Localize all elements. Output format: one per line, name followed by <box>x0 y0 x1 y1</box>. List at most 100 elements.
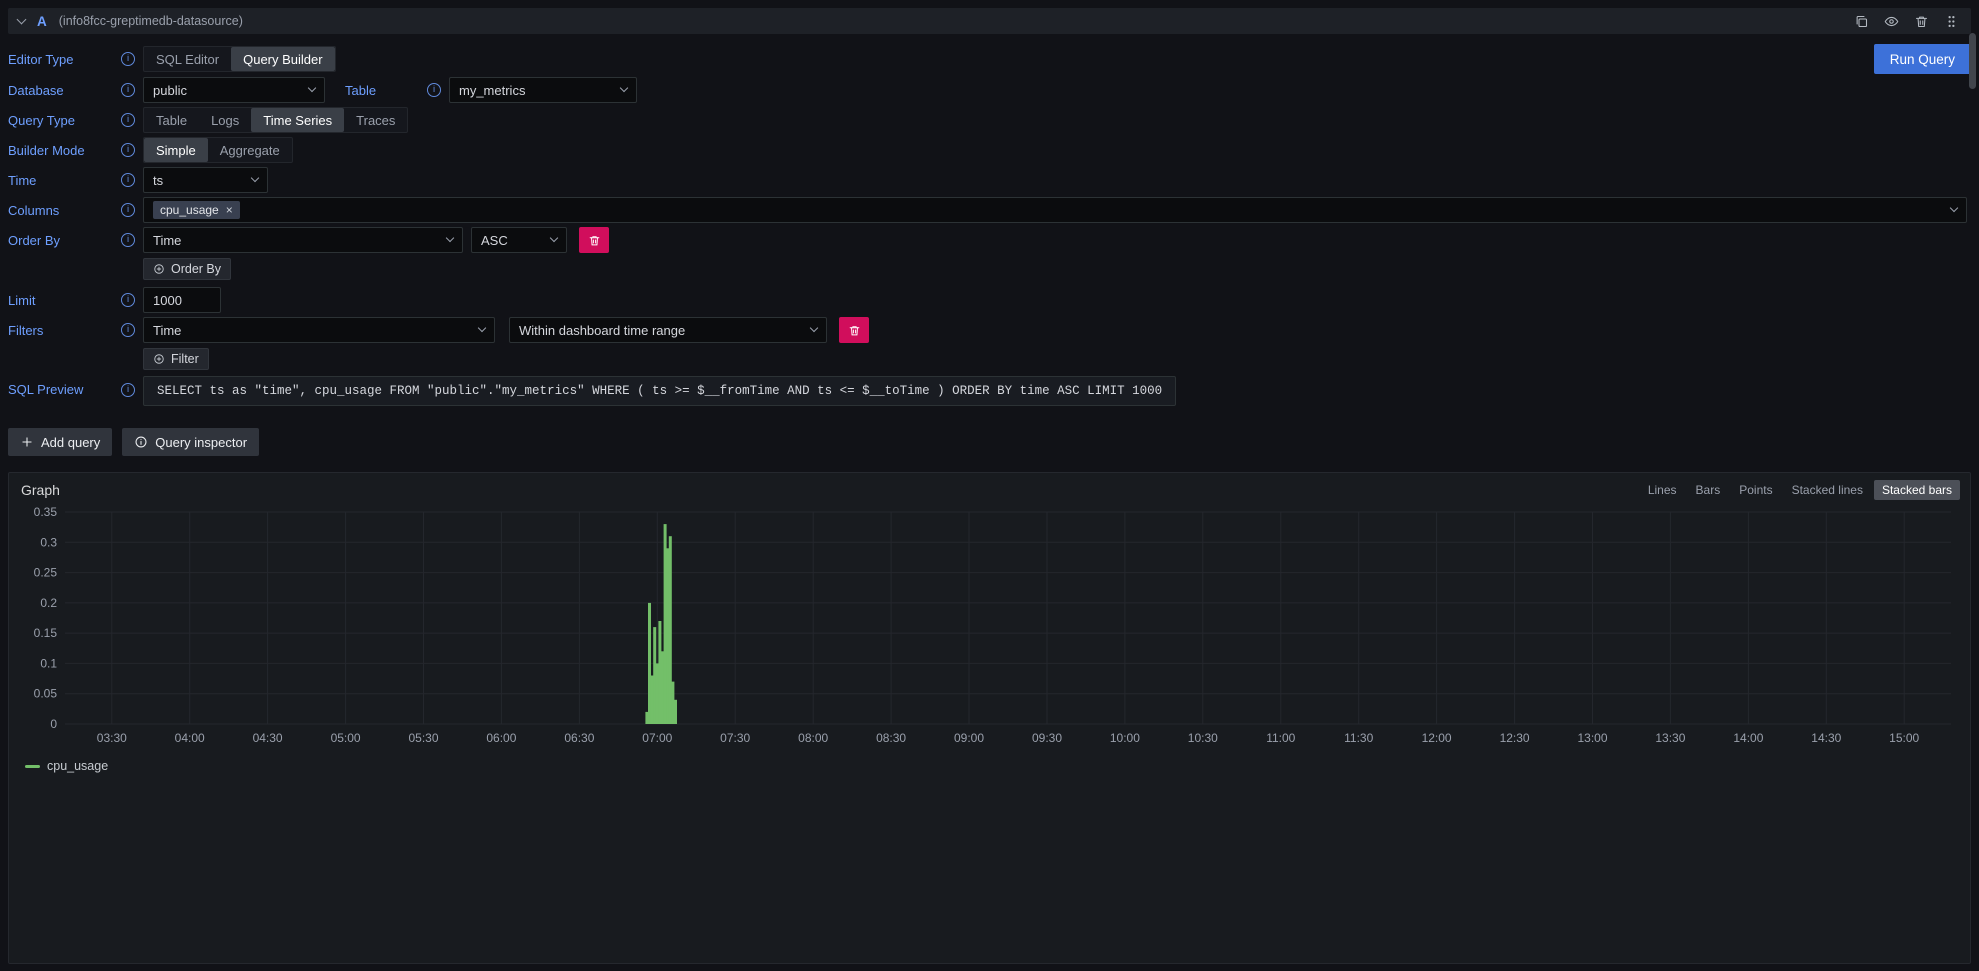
x-tick-label: 12:30 <box>1500 731 1530 745</box>
x-tick-label: 04:30 <box>253 731 283 745</box>
mode-points[interactable]: Points <box>1731 480 1780 500</box>
info-icon[interactable]: i <box>121 83 135 97</box>
bar <box>648 603 651 724</box>
order-by-direction-select[interactable]: ASC <box>471 227 567 253</box>
chevron-down-icon <box>550 234 558 242</box>
x-tick-label: 05:00 <box>331 731 361 745</box>
legend-series-label[interactable]: cpu_usage <box>47 759 108 773</box>
y-tick-label: 0.2 <box>40 596 57 610</box>
graph-panel: Graph Lines Bars Points Stacked lines St… <box>8 472 1971 964</box>
table-value: my_metrics <box>459 83 525 98</box>
filter-field-select[interactable]: Time <box>143 317 495 343</box>
bar <box>666 548 669 724</box>
table-select[interactable]: my_metrics <box>449 77 637 103</box>
info-icon[interactable]: i <box>121 143 135 157</box>
run-query-button[interactable]: Run Query <box>1874 44 1971 74</box>
query-type-table[interactable]: Table <box>144 108 199 132</box>
x-tick-label: 15:00 <box>1889 731 1919 745</box>
x-tick-label: 09:00 <box>954 731 984 745</box>
time-row: Time i ts <box>8 166 1971 194</box>
order-by-field-value: Time <box>153 233 181 248</box>
database-value: public <box>153 83 187 98</box>
drag-query-button[interactable] <box>1944 14 1959 29</box>
columns-multiselect[interactable]: cpu_usage × <box>143 197 1967 223</box>
add-filter-button[interactable]: Filter <box>143 348 209 370</box>
database-label-text: Database <box>8 83 64 98</box>
info-icon[interactable]: i <box>121 203 135 217</box>
remove-query-button[interactable] <box>1914 14 1929 29</box>
builder-mode-group: Simple Aggregate <box>143 137 293 163</box>
info-icon[interactable]: i <box>121 113 135 127</box>
query-row-header[interactable]: A (info8fcc-greptimedb-datasource) <box>8 8 1971 34</box>
query-type-logs[interactable]: Logs <box>199 108 251 132</box>
add-order-by-row: Order By <box>143 258 1971 280</box>
database-label: Database i <box>8 83 135 98</box>
bar <box>658 621 661 724</box>
query-inspector-button[interactable]: Query inspector <box>122 428 259 456</box>
database-select[interactable]: public <box>143 77 325 103</box>
bar <box>671 682 674 724</box>
bar <box>669 536 672 724</box>
info-icon[interactable]: i <box>121 173 135 187</box>
query-type-traces[interactable]: Traces <box>344 108 407 132</box>
grafana-query-editor-page: A (info8fcc-greptimedb-datasource) <box>0 0 1979 971</box>
info-icon[interactable]: i <box>121 323 135 337</box>
duplicate-query-button[interactable] <box>1854 14 1869 29</box>
time-column-select[interactable]: ts <box>143 167 268 193</box>
info-circle-icon <box>134 435 148 449</box>
info-icon[interactable]: i <box>121 52 135 66</box>
add-query-button[interactable]: Add query <box>8 428 112 456</box>
add-order-by-button[interactable]: Order By <box>143 258 231 280</box>
plus-icon <box>20 435 34 449</box>
editor-type-query-builder[interactable]: Query Builder <box>231 47 334 71</box>
mode-lines[interactable]: Lines <box>1640 480 1685 500</box>
remove-filter-button[interactable] <box>839 317 869 343</box>
query-ref-id: A <box>37 14 47 29</box>
bar <box>645 712 648 724</box>
trash-icon <box>588 234 601 247</box>
query-inspector-label: Query inspector <box>155 435 247 450</box>
editor-type-row: Editor Type i SQL Editor Query Builder R… <box>8 44 1971 74</box>
hide-response-button[interactable] <box>1884 14 1899 29</box>
x-tick-label: 12:00 <box>1422 731 1452 745</box>
limit-input[interactable] <box>143 287 221 313</box>
y-tick-label: 0.05 <box>34 687 58 701</box>
order-by-label-text: Order By <box>8 233 60 248</box>
builder-mode-simple[interactable]: Simple <box>144 138 208 162</box>
bar <box>664 524 667 724</box>
info-icon[interactable]: i <box>427 83 441 97</box>
filter-condition-select[interactable]: Within dashboard time range <box>509 317 827 343</box>
editor-type-sql-editor[interactable]: SQL Editor <box>144 47 231 71</box>
collapse-chevron-icon[interactable] <box>17 15 27 25</box>
remove-order-by-button[interactable] <box>579 227 609 253</box>
query-type-time-series[interactable]: Time Series <box>251 108 344 132</box>
query-section: A (info8fcc-greptimedb-datasource) <box>0 0 1979 456</box>
info-icon[interactable]: i <box>121 233 135 247</box>
mode-bars[interactable]: Bars <box>1688 480 1729 500</box>
y-tick-label: 0 <box>50 717 57 731</box>
x-tick-label: 05:30 <box>408 731 438 745</box>
sql-preview-code: SELECT ts as "time", cpu_usage FROM "pub… <box>143 376 1176 406</box>
time-label: Time i <box>8 173 135 188</box>
mode-stacked-bars[interactable]: Stacked bars <box>1874 480 1960 500</box>
builder-mode-aggregate[interactable]: Aggregate <box>208 138 292 162</box>
y-tick-label: 0.15 <box>34 626 58 640</box>
table-label-text: Table <box>345 83 376 98</box>
query-row-actions <box>1854 14 1959 29</box>
order-by-field-select[interactable]: Time <box>143 227 463 253</box>
bar <box>656 663 659 724</box>
x-tick-label: 14:30 <box>1811 731 1841 745</box>
info-icon[interactable]: i <box>121 293 135 307</box>
editor-type-label-text: Editor Type <box>8 52 74 67</box>
x-tick-label: 06:30 <box>564 731 594 745</box>
scrollbar-thumb[interactable] <box>1969 33 1976 89</box>
info-icon[interactable]: i <box>121 383 135 397</box>
remove-tag-icon[interactable]: × <box>226 203 233 217</box>
filter-condition-value: Within dashboard time range <box>519 323 685 338</box>
mode-stacked-lines[interactable]: Stacked lines <box>1784 480 1871 500</box>
query-footer: Add query Query inspector <box>8 428 1971 456</box>
order-by-label: Order By i <box>8 233 135 248</box>
database-row: Database i public Table i my_metrics <box>8 76 1971 104</box>
chevron-down-icon <box>620 84 628 92</box>
limit-row: Limit i <box>8 286 1971 314</box>
